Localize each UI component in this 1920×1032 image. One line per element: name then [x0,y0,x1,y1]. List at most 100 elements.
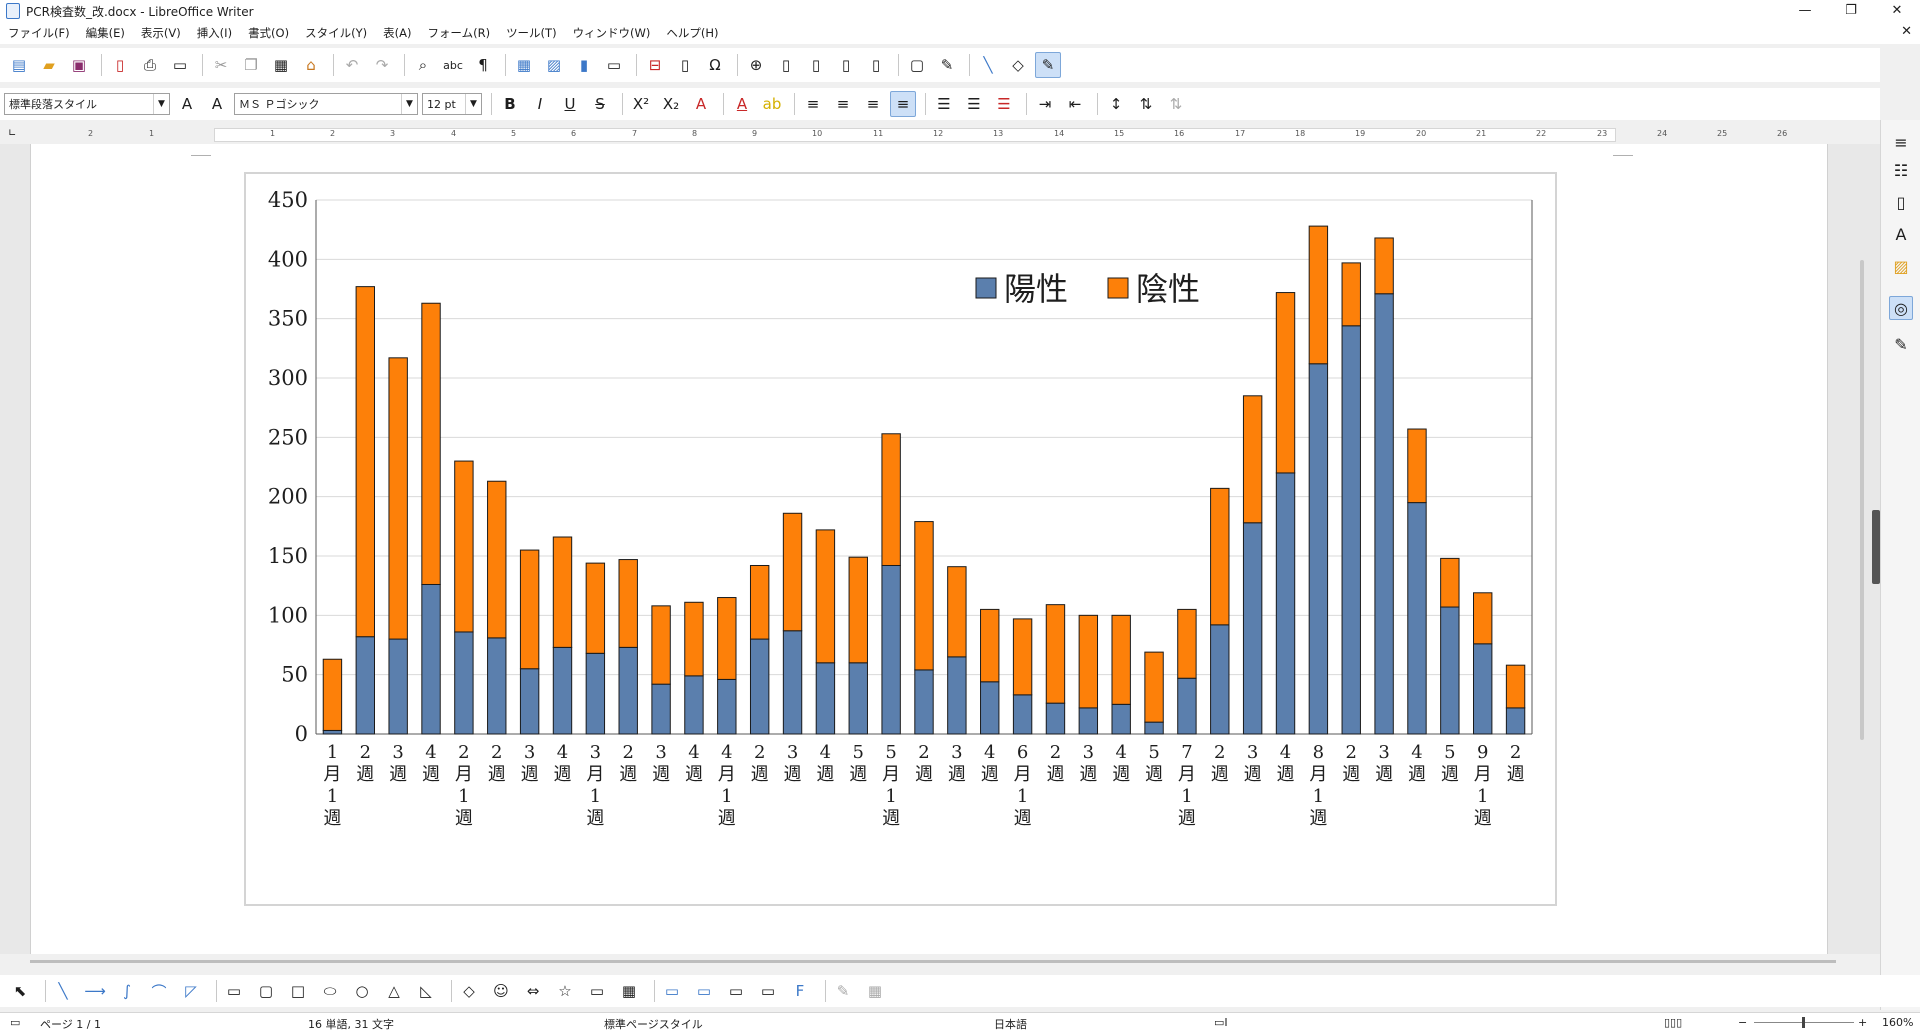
document-workspace[interactable]: 0 50 100 150 200 250 300 350 400 450 1 月 1 週 2 週 3 週 4 週 2 月 1… [0,144,1880,954]
underline-icon[interactable]: U [557,91,583,117]
footnote-icon[interactable]: ▯ [773,52,799,78]
align-left-icon[interactable]: ≡ [800,91,826,117]
open-folder-icon[interactable]: ▰ [36,52,62,78]
page-style[interactable]: 標準ページスタイル [604,1016,703,1032]
menu-tools[interactable]: ツール(T) [506,25,557,41]
font-color-icon[interactable]: A [729,91,755,117]
points-icon[interactable]: ✎ [831,979,855,1003]
ellipse-icon[interactable]: ⬭ [318,979,342,1003]
bold-icon[interactable]: B [497,91,523,117]
fontwork-icon[interactable]: ▭ [756,979,780,1003]
highlight-icon[interactable]: ab [759,91,785,117]
increase-paragraph-spacing-icon[interactable]: ⇅ [1133,91,1159,117]
curve-icon[interactable]: ∫ [115,979,139,1003]
zoom-in-icon[interactable]: + [1858,1016,1867,1029]
menu-help[interactable]: ヘルプ(H) [666,25,718,41]
fontwork-gallery-icon[interactable]: F [788,979,812,1003]
no-list-icon[interactable]: ☰ [991,91,1017,117]
unordered-list-icon[interactable]: ☰ [931,91,957,117]
toggle-extrusion-icon[interactable]: ▦ [863,979,887,1003]
comment-icon[interactable]: ▢ [904,52,930,78]
cut-icon[interactable]: ✂ [208,52,234,78]
right-triangle-icon[interactable]: ◺ [414,979,438,1003]
horizontal-scrollbar[interactable] [30,958,1836,964]
basic-shapes-icon[interactable]: ◇ [457,979,481,1003]
update-style-icon[interactable]: A [174,91,200,117]
show-draw-functions-icon[interactable]: ✎ [1035,52,1061,78]
insert-vertical-textbox-icon[interactable]: ▭ [692,979,716,1003]
document-page[interactable]: 0 50 100 150 200 250 300 350 400 450 1 月 1 週 2 週 3 週 4 週 2 月 1… [30,144,1828,954]
rectangle-icon[interactable]: ▭ [222,979,246,1003]
align-right-icon[interactable]: ≡ [860,91,886,117]
styles-icon[interactable]: A [1889,222,1913,246]
sidebar-collapse-handle[interactable] [1872,510,1880,584]
copy-icon[interactable]: ❐ [238,52,264,78]
horizontal-ruler[interactable]: ∟ 1 2 1 2 3 4 5 6 7 8 9 10 11 12 13 14 1… [0,126,1856,144]
basic-shapes-icon[interactable]: ◇ [1005,52,1031,78]
text-language[interactable]: 日本語 [994,1016,1027,1032]
stacked-bar-chart[interactable]: 0501001502002503003504004501月1週2週3週4週2月1… [246,174,1559,908]
bookmark-icon[interactable]: ▯ [833,52,859,78]
close-icon[interactable]: ✕ [1874,0,1920,22]
find-replace-icon[interactable]: ⌕ [410,52,436,78]
menu-file[interactable]: ファイル(F) [8,25,70,41]
redo-icon[interactable]: ↷ [369,52,395,78]
menu-table[interactable]: 表(A) [383,25,411,41]
menu-view[interactable]: 表示(V) [141,25,181,41]
manage-changes-icon[interactable]: ✎ [1889,332,1913,356]
gallery-icon[interactable]: ▨ [1889,254,1913,278]
page-break-icon[interactable]: ⊟ [642,52,668,78]
new-document-icon[interactable]: ▤ [6,52,32,78]
font-size-select[interactable]: 12 pt ▼ [422,93,482,115]
zoom-out-icon[interactable]: − [1738,1016,1747,1029]
flowchart-icon[interactable]: ▦ [617,979,641,1003]
insert-field-icon[interactable]: ▯ [672,52,698,78]
line-spacing-icon[interactable]: ↕ [1103,91,1129,117]
chevron-down-icon[interactable]: ▼ [401,94,417,114]
strikethrough-icon[interactable]: S [587,91,613,117]
triangle-icon[interactable]: △ [382,979,406,1003]
tab-type-icon[interactable]: ∟ [8,128,16,139]
align-center-icon[interactable]: ≡ [830,91,856,117]
navigator-icon[interactable]: ◎ [1889,296,1913,320]
menu-insert[interactable]: 挿入(I) [197,25,232,41]
hyperlink-icon[interactable]: ⊕ [743,52,769,78]
print-icon[interactable]: ⎙ [137,52,163,78]
properties-icon[interactable]: ☷ [1889,158,1913,182]
connector-icon[interactable]: ⌒ [147,979,171,1003]
new-style-icon[interactable]: A [204,91,230,117]
chart-frame[interactable]: 0 50 100 150 200 250 300 350 400 450 1 月 1 週 2 週 3 週 4 週 2 月 1… [244,172,1557,906]
undo-icon[interactable]: ↶ [339,52,365,78]
print-preview-icon[interactable]: ▭ [167,52,193,78]
superscript-icon[interactable]: X² [628,91,654,117]
single-page-view-icon[interactable]: ▯▯▯ [1664,1016,1682,1029]
insert-text-frame-icon[interactable]: ▭ [724,979,748,1003]
insert-textbox-icon[interactable]: ▭ [601,52,627,78]
chevron-down-icon[interactable]: ▼ [153,94,169,114]
polygon-icon[interactable]: ◸ [179,979,203,1003]
symbol-shapes-icon[interactable]: ☺ [489,979,513,1003]
cross-reference-icon[interactable]: ▯ [863,52,889,78]
insert-table-icon[interactable]: ▦ [511,52,537,78]
formatting-marks-icon[interactable]: ¶ [470,52,496,78]
circle-icon[interactable]: ○ [350,979,374,1003]
close-document-icon[interactable]: ✕ [1901,24,1912,39]
insert-chart-icon[interactable]: ▮ [571,52,597,78]
line-arrow-icon[interactable]: ⟶ [83,979,107,1003]
zoom-slider-knob[interactable] [1802,1017,1805,1028]
export-pdf-icon[interactable]: ▯ [107,52,133,78]
chevron-down-icon[interactable]: ▼ [465,94,481,114]
maximize-icon[interactable]: ❐ [1828,0,1874,22]
zoom-level[interactable]: 160% [1882,1016,1913,1029]
track-changes-icon[interactable]: ✎ [934,52,960,78]
horizontal-scrollbar-thumb[interactable] [30,960,1836,963]
increase-indent-icon[interactable]: ⇥ [1032,91,1058,117]
page-icon[interactable]: ▯ [1889,190,1913,214]
callouts-icon[interactable]: ▭ [585,979,609,1003]
stars-icon[interactable]: ☆ [553,979,577,1003]
decrease-paragraph-spacing-icon[interactable]: ⇅ [1163,91,1189,117]
menu-edit[interactable]: 編集(E) [86,25,125,41]
spelling-icon[interactable]: abc [440,52,466,78]
minimize-icon[interactable]: — [1782,0,1828,22]
insert-mode-icon[interactable]: ▭I [1214,1016,1228,1029]
